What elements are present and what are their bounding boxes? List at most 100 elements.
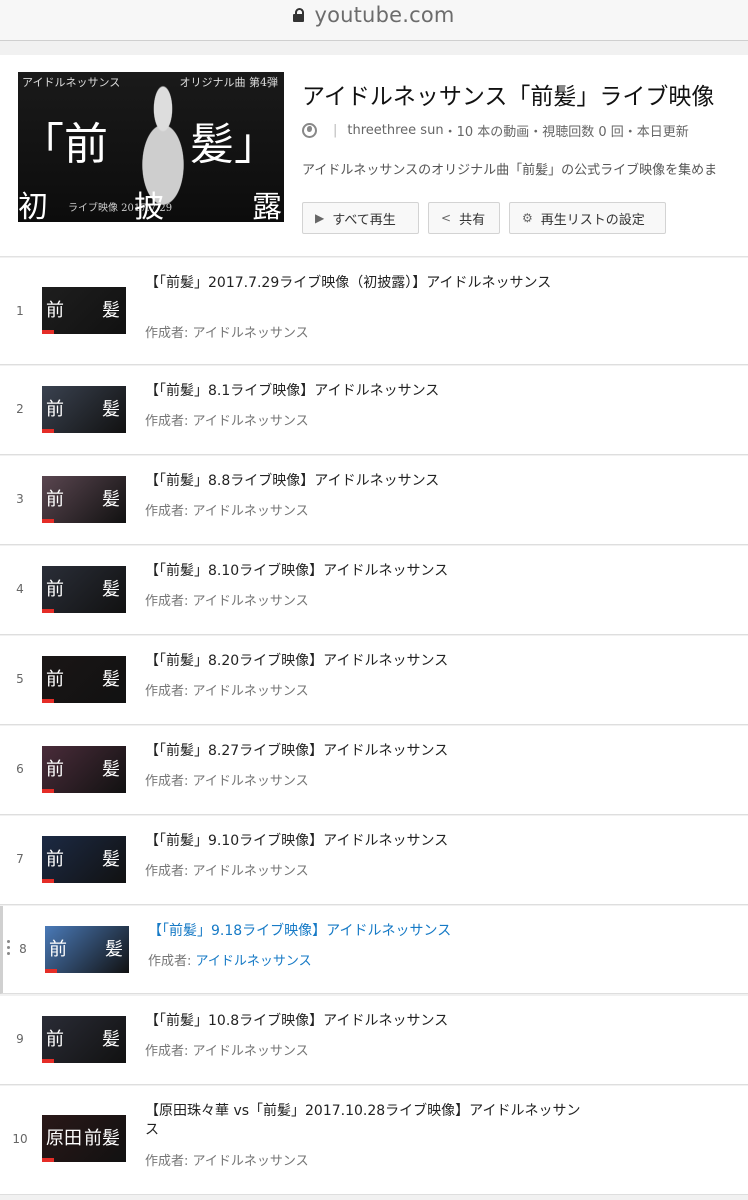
playlist-row[interactable]: 7 前髪【「前髪」9.10ライブ映像】アイドルネッサンス 作成者: アイドルネッサン… (0, 816, 748, 905)
author-name[interactable]: アイドルネッサンス (193, 504, 309, 519)
thumb-kanji-right: 髪 (102, 399, 120, 420)
thumb-kanji-left: 原田 (46, 1128, 82, 1149)
video-author: 作成者: アイドルネッサンス (145, 1150, 309, 1169)
video-author: 作成者: アイドルネッサンス (145, 770, 309, 789)
playlist-settings-button[interactable]: ⚙ 再生リストの設定 (509, 202, 666, 234)
browser-address-bar[interactable]: youtube.com (0, 0, 748, 41)
thumb-big-left: 「前 (20, 119, 108, 170)
thumb-kanji-left: 前 (46, 669, 64, 690)
thumb-kanji-right: 髪 (102, 1029, 120, 1050)
author-prefix: 作成者: (145, 774, 193, 789)
playlist-description: アイドルネッサンスのオリジナル曲「前髪」の公式ライブ映像を集めま (302, 163, 718, 178)
watch-progress (45, 969, 57, 973)
author-name[interactable]: アイドルネッサンス (193, 326, 309, 341)
video-title[interactable]: 【「前髪」8.8ライブ映像】アイドルネッサンス (145, 472, 585, 491)
video-title[interactable]: 【原田珠々華 vs「前髪」2017.10.28ライブ映像】アイドルネッサンス (145, 1102, 585, 1140)
author-name[interactable]: アイドルネッサンス (193, 774, 309, 789)
thumb-kanji-left: 前 (46, 489, 64, 510)
playlist-owner[interactable]: threethree sun (347, 123, 443, 138)
watch-progress (42, 1059, 54, 1063)
settings-label: 再生リストの設定 (540, 212, 645, 228)
globe-icon (302, 123, 317, 138)
author-name[interactable]: アイドルネッサンス (196, 954, 312, 969)
watch-progress (42, 1158, 54, 1162)
watch-progress (42, 879, 54, 883)
playlist-row[interactable]: 8 前髪【「前髪」9.18ライブ映像】アイドルネッサンス 作成者: アイドルネッサン… (0, 906, 748, 994)
thumb-kanji-left: 前 (46, 759, 64, 780)
row-index: 6 (16, 762, 24, 776)
watch-progress (42, 699, 54, 703)
video-thumbnail[interactable]: 前髪 (45, 926, 129, 973)
playlist-row[interactable]: 10 原田 前髪 【原田珠々華 vs「前髪」2017.10.28ライブ映像】アイドルネ… (0, 1086, 748, 1195)
video-thumbnail[interactable]: 前髪 (42, 386, 126, 433)
watch-progress (42, 519, 54, 523)
author-prefix: 作成者: (145, 326, 193, 341)
author-prefix: 作成者: (148, 954, 196, 969)
video-author: 作成者: アイドルネッサンス (145, 680, 309, 699)
video-title[interactable]: 【「前髪」8.27ライブ映像】アイドルネッサンス (145, 742, 585, 761)
author-prefix: 作成者: (145, 1154, 193, 1169)
video-thumbnail[interactable]: 前髪 (42, 476, 126, 523)
author-name[interactable]: アイドルネッサンス (193, 864, 309, 879)
share-button[interactable]: < 共有 (428, 202, 500, 234)
thumb-big-right: 髪」 (190, 119, 278, 170)
playlist-row[interactable]: 9 前髪【「前髪」10.8ライブ映像】アイドルネッサンス 作成者: アイドルネッサン… (0, 996, 748, 1085)
thumb-kanji-right: 髪 (105, 939, 123, 960)
thumb-kanji-left: 前 (46, 300, 64, 321)
url-text[interactable]: youtube.com (314, 3, 454, 27)
video-thumbnail[interactable]: 前髪 (42, 287, 126, 334)
playlist-row[interactable]: 3 前髪【「前髪」8.8ライブ映像】アイドルネッサンス 作成者: アイドルネッサンス (0, 456, 748, 545)
video-author: 作成者: アイドルネッサンス (145, 322, 309, 341)
watch-progress (42, 609, 54, 613)
video-author: 作成者: アイドルネッサンス (145, 1040, 309, 1059)
thumb-kanji-right: 髪 (102, 489, 120, 510)
author-name[interactable]: アイドルネッサンス (193, 1154, 309, 1169)
video-title[interactable]: 【「前髪」9.18ライブ映像】アイドルネッサンス (148, 922, 588, 941)
playlist-thumbnail[interactable]: アイドルネッサンス オリジナル曲 第4弾 「前 髪」 ライブ映像 2017.7.… (18, 72, 284, 222)
author-prefix: 作成者: (145, 504, 193, 519)
video-title[interactable]: 【「前髪」9.10ライブ映像】アイドルネッサンス (145, 832, 585, 851)
video-title[interactable]: 【「前髪」8.20ライブ映像】アイドルネッサンス (145, 652, 585, 671)
playlist-row[interactable]: 4 前髪【「前髪」8.10ライブ映像】アイドルネッサンス 作成者: アイドルネッサン… (0, 546, 748, 635)
video-title[interactable]: 【「前髪」10.8ライブ映像】アイドルネッサンス (145, 1012, 585, 1031)
author-prefix: 作成者: (145, 684, 193, 699)
video-thumbnail[interactable]: 前髪 (42, 566, 126, 613)
author-name[interactable]: アイドルネッサンス (193, 1044, 309, 1059)
thumb-kanji-right: 髪 (102, 759, 120, 780)
author-prefix: 作成者: (145, 594, 193, 609)
video-title[interactable]: 【「前髪」8.10ライブ映像】アイドルネッサンス (145, 562, 585, 581)
thumb-kanji-right: 髪 (102, 300, 120, 321)
row-index: 2 (16, 402, 24, 416)
row-index: 1 (16, 304, 24, 318)
drag-handle-icon[interactable] (7, 940, 11, 958)
video-thumbnail[interactable]: 前髪 (42, 746, 126, 793)
playlist-row[interactable]: 2 前髪【「前髪」8.1ライブ映像】アイドルネッサンス 作成者: アイドルネッサンス (0, 366, 748, 455)
thumb-kanji-left: 前 (49, 939, 67, 960)
playlist-row[interactable]: 6 前髪【「前髪」8.27ライブ映像】アイドルネッサンス 作成者: アイドルネッサン… (0, 726, 748, 815)
playlist-header: アイドルネッサンス オリジナル曲 第4弾 「前 髪」 ライブ映像 2017.7.… (0, 55, 748, 257)
video-thumbnail[interactable]: 前髪 (42, 1016, 126, 1063)
share-icon: < (441, 211, 452, 225)
author-name[interactable]: アイドルネッサンス (193, 594, 309, 609)
thumb-kanji-right: 髪 (102, 849, 120, 870)
video-thumbnail[interactable]: 前髪 (42, 656, 126, 703)
thumb-bottom-1: 初 (18, 190, 48, 222)
video-thumbnail[interactable]: 原田 前髪 (42, 1115, 126, 1162)
play-all-button[interactable]: ▶ すべて再生 (302, 202, 419, 234)
author-prefix: 作成者: (145, 414, 193, 429)
playlist-row[interactable]: 5 前髪【「前髪」8.20ライブ映像】アイドルネッサンス 作成者: アイドルネッサン… (0, 636, 748, 725)
playlist-title[interactable]: アイドルネッサンス「前髪」ライブ映像 (302, 77, 714, 111)
video-title[interactable]: 【「前髪」8.1ライブ映像】アイドルネッサンス (145, 382, 585, 401)
video-thumbnail[interactable]: 前髪 (42, 836, 126, 883)
playlist-stats: ・10 本の動画・視聴回数 0 回・本日更新 (443, 125, 689, 140)
gear-icon: ⚙ (522, 211, 533, 225)
playlist-row[interactable]: 1 前髪【「前髪」2017.7.29ライブ映像（初披露）】アイドルネッサンス 作成者… (0, 258, 748, 365)
author-name[interactable]: アイドルネッサンス (193, 684, 309, 699)
row-index: 5 (16, 672, 24, 686)
video-author: 作成者: アイドルネッサンス (145, 860, 309, 879)
thumb-kanji-left: 前 (46, 1029, 64, 1050)
row-index: 9 (16, 1032, 24, 1046)
thumb-kanji-left: 前 (46, 399, 64, 420)
video-title[interactable]: 【「前髪」2017.7.29ライブ映像（初披露）】アイドルネッサンス (145, 274, 585, 293)
author-name[interactable]: アイドルネッサンス (193, 414, 309, 429)
